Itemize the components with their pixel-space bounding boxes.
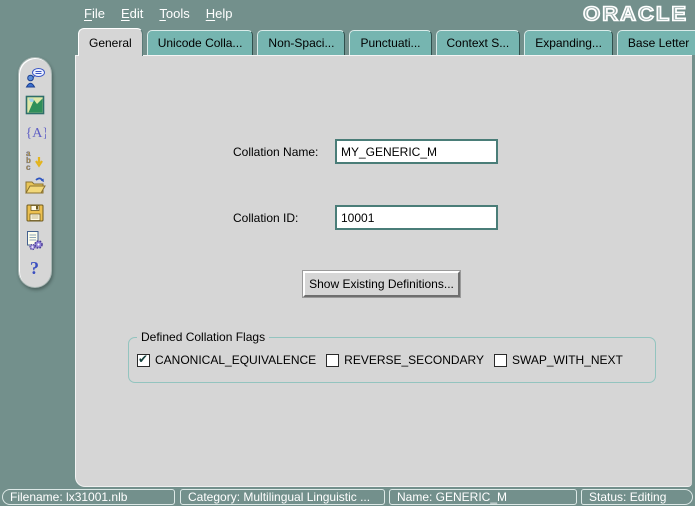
show-existing-definitions-button[interactable]: Show Existing Definitions... <box>303 271 460 297</box>
defined-collation-flags-group: Defined Collation Flags CANONICAL_EQUIVA… <box>128 337 656 383</box>
flags-row: CANONICAL_EQUIVALENCE REVERSE_SECONDARY … <box>137 353 633 367</box>
flag-swap-with-next: SWAP_WITH_NEXT <box>494 353 623 367</box>
tab-bar: General Unicode Colla... Non-Spaci... Pu… <box>78 28 695 55</box>
canonical-equivalence-checkbox[interactable] <box>137 354 150 367</box>
svg-text:c: c <box>26 163 31 170</box>
tab-punctuation[interactable]: Punctuati... <box>349 30 431 55</box>
tab-base-letter[interactable]: Base Letter <box>617 30 695 55</box>
character-set-icon[interactable]: {A} <box>24 121 46 143</box>
collation-id-input[interactable] <box>335 205 498 230</box>
status-filename: Filename: lx31001.nlb <box>2 489 175 505</box>
collation-name-label: Collation Name: <box>233 145 318 159</box>
reverse-secondary-label: REVERSE_SECONDARY <box>344 353 484 367</box>
menu-edit[interactable]: Edit <box>120 4 144 23</box>
status-editing: Status: Editing <box>581 489 693 505</box>
general-tab-panel: Collation Name: Collation ID: Show Exist… <box>75 55 692 487</box>
flag-canonical-equivalence: CANONICAL_EQUIVALENCE <box>137 353 316 367</box>
collation-id-label: Collation ID: <box>233 211 298 225</box>
help-icon[interactable]: ? <box>24 256 46 278</box>
open-file-icon[interactable] <box>24 175 46 197</box>
svg-text:{A}: {A} <box>26 126 47 141</box>
menu-bar: File Edit Tools Help <box>83 0 233 26</box>
svg-text:?: ? <box>30 258 39 278</box>
save-file-icon[interactable] <box>24 202 46 224</box>
flags-group-title: Defined Collation Flags <box>137 330 269 344</box>
preview-map-icon[interactable] <box>24 94 46 116</box>
tab-general[interactable]: General <box>78 28 143 56</box>
canonical-equivalence-label: CANONICAL_EQUIVALENCE <box>155 353 316 367</box>
new-locale-icon[interactable] <box>24 67 46 89</box>
tab-context-sensitive[interactable]: Context S... <box>436 30 521 55</box>
menu-help[interactable]: Help <box>205 4 234 23</box>
swap-with-next-checkbox[interactable] <box>494 354 507 367</box>
status-bar: Filename: lx31001.nlb Category: Multilin… <box>0 489 695 506</box>
toolbar-palette: {A} a b c <box>18 57 52 288</box>
collation-name-input[interactable] <box>335 139 498 164</box>
oracle-logo: ORACLE <box>583 2 688 26</box>
tab-non-spacing[interactable]: Non-Spaci... <box>257 30 345 55</box>
swap-with-next-label: SWAP_WITH_NEXT <box>512 353 623 367</box>
status-name: Name: GENERIC_M <box>389 489 577 505</box>
generate-nlb-icon[interactable] <box>24 229 46 251</box>
menu-tools[interactable]: Tools <box>158 4 190 23</box>
linguistic-sort-icon[interactable]: a b c <box>24 148 46 170</box>
menu-file[interactable]: File <box>83 4 106 23</box>
flag-reverse-secondary: REVERSE_SECONDARY <box>326 353 484 367</box>
reverse-secondary-checkbox[interactable] <box>326 354 339 367</box>
locale-builder-window: File Edit Tools Help ORACLE General Unic… <box>0 0 695 506</box>
tab-unicode-collation[interactable]: Unicode Colla... <box>147 30 254 55</box>
status-category: Category: Multilingual Linguistic ... <box>180 489 385 505</box>
tab-expanding[interactable]: Expanding... <box>524 30 613 55</box>
